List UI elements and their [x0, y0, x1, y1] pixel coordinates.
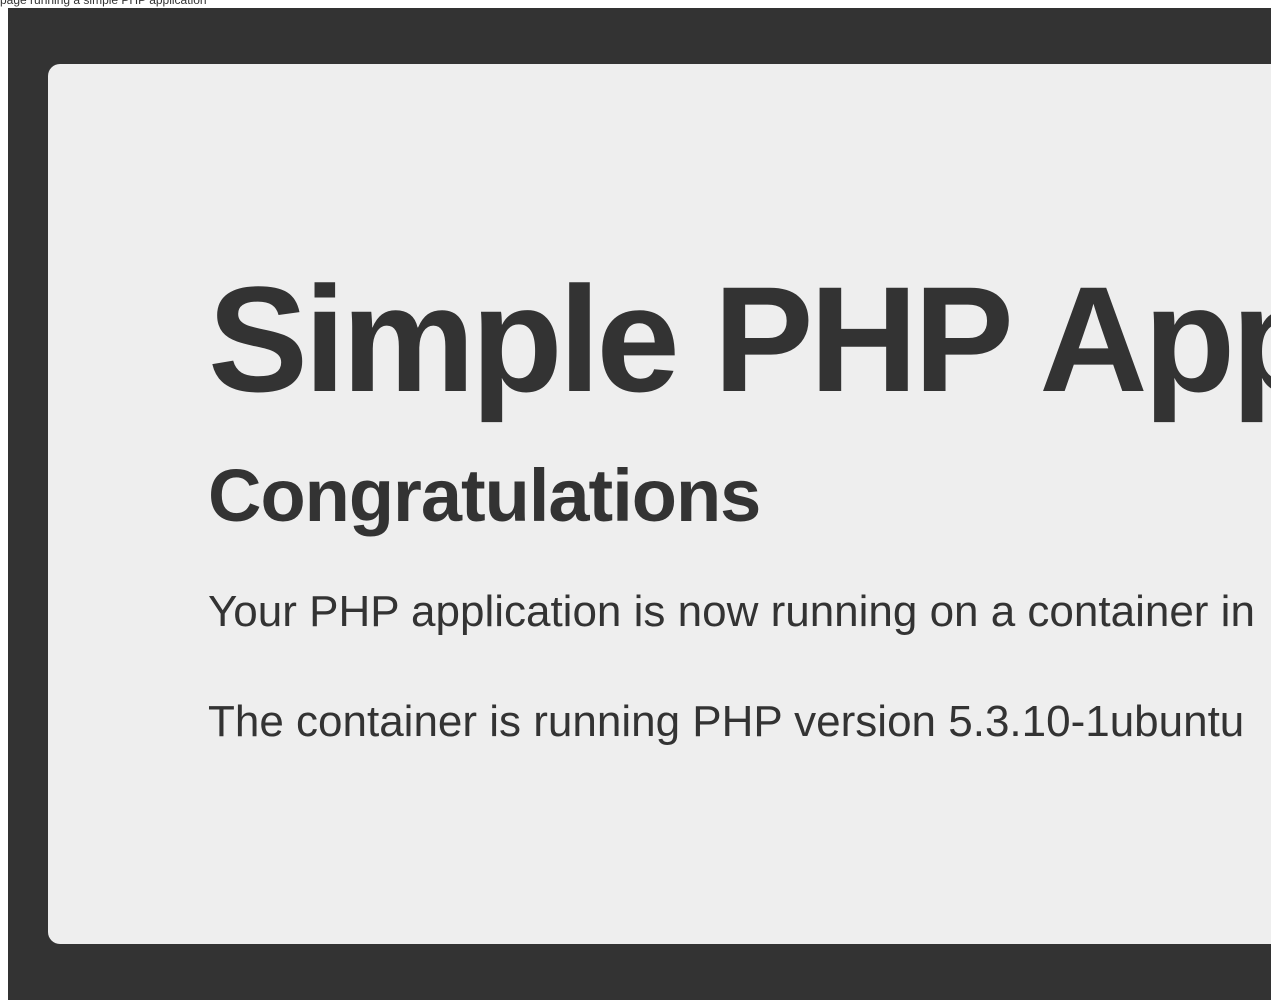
php-version-paragraph: The container is running PHP version 5.3…	[208, 697, 1245, 746]
status-paragraph: Your PHP application is now running on a…	[208, 587, 1255, 636]
page-subtitle: Congratulations	[208, 454, 761, 537]
jumbotron-panel: Simple PHP App Congratulations Your PHP …	[48, 64, 1271, 944]
top-caption-text: page running a simple PHP application	[0, 0, 207, 7]
page-background: Simple PHP App Congratulations Your PHP …	[8, 8, 1271, 1000]
page-title: Simple PHP App	[208, 255, 1271, 423]
